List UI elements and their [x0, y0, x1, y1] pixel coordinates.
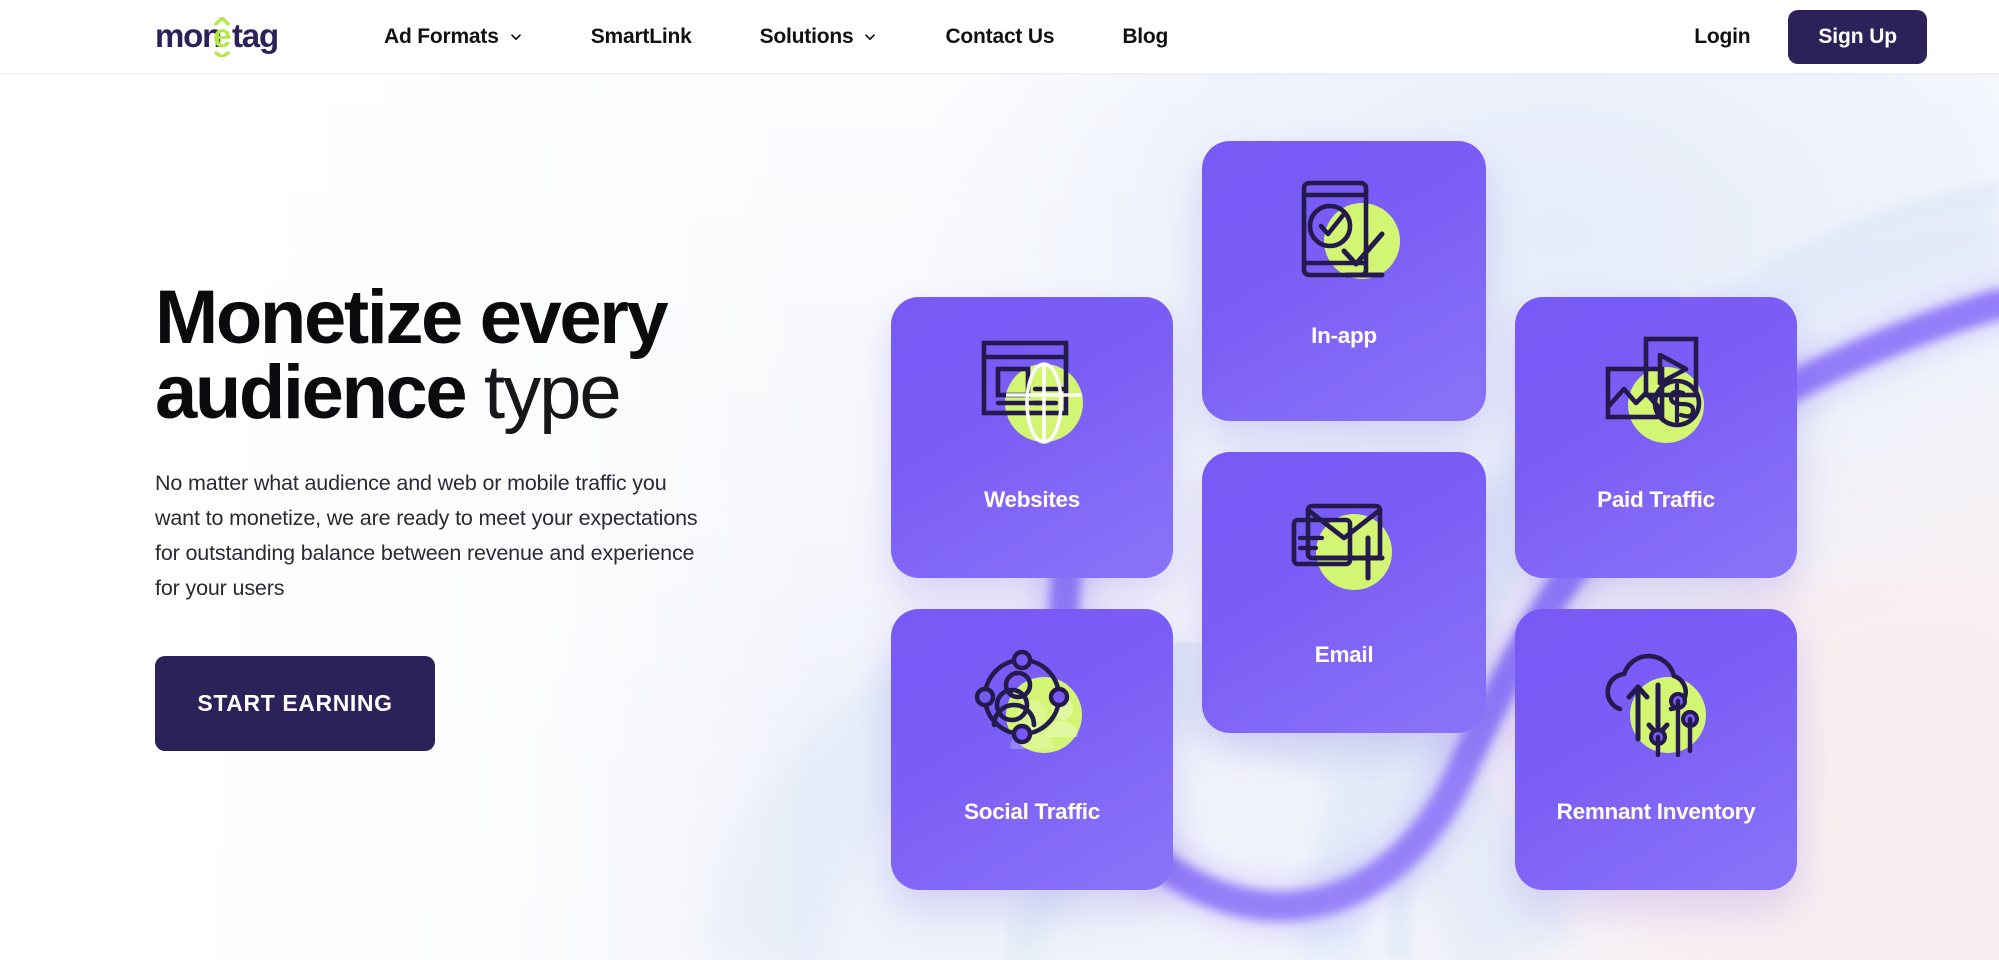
nav-label-smartlink: SmartLink	[590, 24, 692, 48]
header-actions: Login Sign Up	[1684, 9, 1927, 64]
card-websites[interactable]: Websites	[891, 297, 1173, 578]
nav-item-ad-formats[interactable]: Ad Formats	[384, 25, 557, 49]
chevron-down-icon	[863, 30, 877, 44]
card-remnant-inventory[interactable]: Remnant Inventory	[1515, 609, 1797, 890]
card-social-traffic[interactable]: Social Traffic	[891, 609, 1173, 890]
nav-item-solutions[interactable]: Solutions	[726, 25, 912, 49]
logo-wordmark-icon: mon e tag	[155, 16, 279, 57]
cloud-transfer-icon	[1590, 639, 1722, 771]
main-navigation: Ad Formats SmartLink Solutions Contact U…	[384, 25, 1202, 49]
nav-item-smartlink[interactable]: SmartLink	[557, 25, 726, 49]
video-dollar-icon	[1590, 327, 1722, 459]
nav-label-contact-us: Contact Us	[945, 24, 1055, 48]
card-in-app[interactable]: In-app	[1202, 141, 1486, 421]
sign-up-button[interactable]: Sign Up	[1788, 9, 1927, 64]
browser-globe-icon	[966, 327, 1098, 459]
social-network-icon	[966, 639, 1098, 771]
phone-check-icon	[1278, 169, 1410, 301]
card-label-websites: Websites	[984, 487, 1080, 512]
card-label-in-app: In-app	[1311, 323, 1377, 348]
login-link[interactable]: Login	[1684, 19, 1760, 55]
card-label-remnant-inventory: Remnant Inventory	[1556, 799, 1756, 824]
svg-text:tag: tag	[232, 17, 278, 54]
chevron-down-icon	[509, 30, 523, 44]
nav-item-contact-us[interactable]: Contact Us	[911, 25, 1088, 49]
envelope-icon	[1278, 482, 1410, 614]
svg-text:mon: mon	[155, 17, 221, 54]
card-label-social-traffic: Social Traffic	[964, 799, 1100, 824]
nav-label-solutions: Solutions	[759, 24, 854, 48]
card-email[interactable]: Email	[1202, 452, 1486, 733]
card-label-paid-traffic: Paid Traffic	[1597, 487, 1715, 512]
monetag-logo[interactable]: mon e tag mon	[155, 16, 283, 57]
card-paid-traffic[interactable]: Paid Traffic	[1515, 297, 1797, 578]
card-label-email: Email	[1314, 642, 1374, 667]
landing-page: mon e tag mon Ad Formats SmartLink Solut…	[0, 0, 1999, 960]
nav-item-blog[interactable]: Blog	[1088, 25, 1202, 49]
nav-label-blog: Blog	[1122, 24, 1169, 48]
site-header: mon e tag mon Ad Formats SmartLink Solut…	[0, 0, 1999, 74]
nav-label-ad-formats: Ad Formats	[384, 24, 499, 48]
traffic-type-cards: In-app Websites Paid Traffic Email Socia…	[0, 0, 1999, 960]
